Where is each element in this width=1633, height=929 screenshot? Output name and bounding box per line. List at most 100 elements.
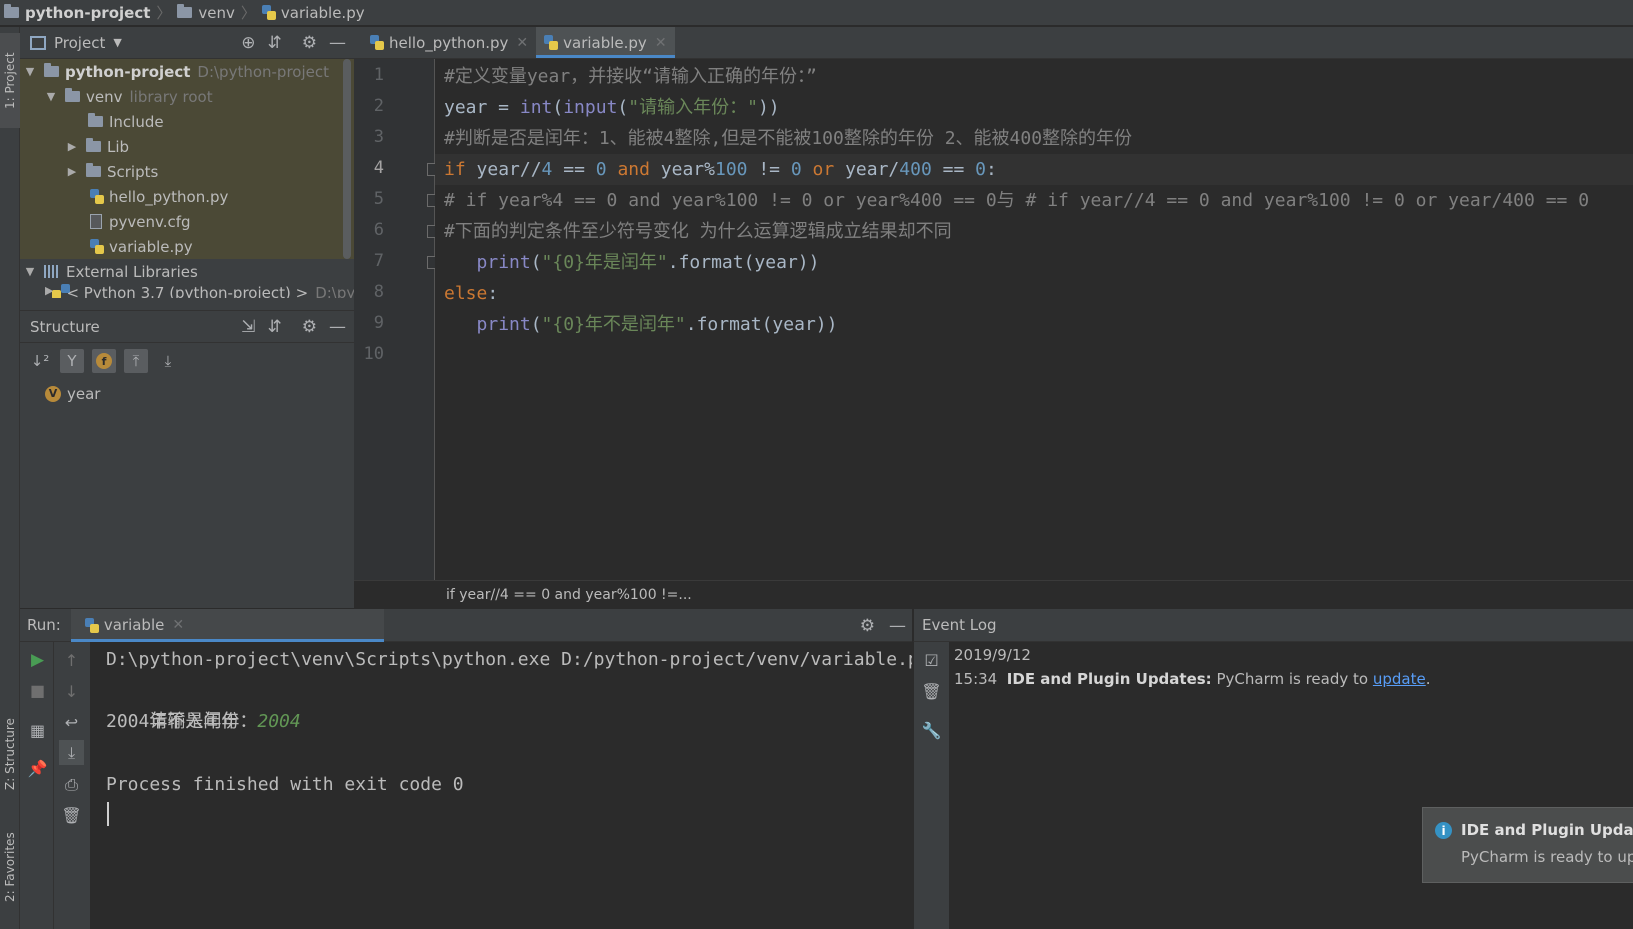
tree-item-variable-py[interactable]: variable.py [20,234,354,259]
trash-icon[interactable]: 🗑 [919,679,944,704]
notification-balloon[interactable]: i IDE and Plugin Updates PyCharm is read… [1422,807,1633,883]
run-tab-variable[interactable]: variable ✕ [70,608,384,642]
tab-variable-py[interactable]: variable.py ✕ [536,27,675,58]
code-token: year = [444,97,520,118]
gear-icon[interactable]: ⚙ [302,317,317,337]
code-line[interactable]: print("{0}年是闰年".format(year)) [435,247,1633,278]
gear-icon[interactable]: ⚙ [860,616,875,636]
mark-all-read-icon[interactable]: ☑ [919,648,944,673]
chevron-down-icon[interactable]: ▼ [24,65,36,78]
collapse-all-icon[interactable]: ⇵ [268,317,282,337]
structure-item-year[interactable]: V year [20,381,354,406]
code-line[interactable]: print("{0}年不是闰年".format(year)) [435,309,1633,340]
project-tree-scrollbar[interactable] [343,59,351,259]
tree-item-python-sdk[interactable]: ▶ < Python 3.7 (python-project) > D:\py [20,284,354,298]
close-icon[interactable]: ✕ [655,35,667,51]
scroll-to-end-icon[interactable]: ⤓ [59,740,84,765]
line-number: 5 [373,189,384,209]
code-token: ( [530,252,542,273]
project-panel-header: Project ▼ ⊕ ⇵ ⚙ — [20,27,354,59]
line-number: 7 [373,251,384,271]
tree-item-scripts[interactable]: ▶ Scripts [20,159,354,184]
tree-item-python-project[interactable]: ▼ python-project D:\python-project [20,59,354,84]
pin-icon[interactable]: 📌 [25,756,50,781]
wrench-icon[interactable]: 🔧 [919,718,944,743]
event-time: 15:34 [954,670,998,688]
collapse-all-icon[interactable]: ⇵ [268,33,282,53]
code-token: 0 [790,159,802,180]
tool-tab-project[interactable]: 1: Project [0,33,20,128]
rerun-icon[interactable]: ▶ [25,647,50,672]
structure-panel-header: Structure ⇲ ⇵ ⚙ — [20,311,354,343]
code-token: and [617,159,650,180]
event-update-link[interactable]: update [1373,670,1426,688]
python-run-icon [84,617,99,633]
hide-panel-icon[interactable]: — [889,616,906,636]
code-token: 100 [714,159,748,180]
chevron-down-icon[interactable]: ▼ [45,90,57,103]
gear-icon[interactable]: ⚙ [302,33,317,53]
close-icon[interactable]: ✕ [172,617,184,633]
code-token: input [563,97,618,118]
stop-icon[interactable]: ■ [25,678,50,703]
locate-icon[interactable]: ⊕ [241,33,255,53]
code-line[interactable]: #定义变量year，并接收“请输入正确的年份：” [435,61,1633,92]
code-line[interactable]: # if year%4 == 0 and year%100 != 0 or ye… [435,185,1633,216]
code-editor[interactable]: #定义变量year，并接收“请输入正确的年份：” year = int(input… [435,59,1633,580]
show-fields-button[interactable]: f [92,349,116,373]
tree-item-lib[interactable]: ▶ Lib [20,134,354,159]
breadcrumb-project[interactable]: python-project [4,4,150,22]
soft-wrap-icon[interactable]: ↩ [59,710,84,735]
editor-breadcrumb-hint[interactable]: if year//4 == 0 and year%100 !=... [354,580,1633,608]
chevron-down-icon[interactable]: ▼ [24,265,36,278]
autoscroll-to-source-icon[interactable]: ⤒ [124,349,148,373]
sort-alphabetically-icon[interactable]: ↓² [28,349,52,373]
tab-hello-python[interactable]: hello_python.py ✕ [362,27,536,58]
run-toolbar-secondary: ↑ ↓ ↩ ⤓ ⎙ 🗑 [54,642,90,929]
tree-item-external-libraries[interactable]: ▼ External Libraries [20,259,354,284]
code-line[interactable]: #判断是否是闰年：1、能被4整除,但是不能被100整除的年份 2、能被400整除… [435,123,1633,154]
structure-panel: Structure ⇲ ⇵ ⚙ — ↓² Y f ⤒ ⤓ V year [20,310,354,608]
project-view-icon [30,35,46,50]
run-toolbar-primary: ▶ ■ ▦ 📌 [20,642,54,929]
show-inherited-icon[interactable]: Y [60,349,84,373]
editor-tabs: hello_python.py ✕ variable.py ✕ [354,27,1633,59]
code-line[interactable]: else: [435,278,1633,309]
tree-item-include[interactable]: Include [20,109,354,134]
breadcrumb-file[interactable]: variable.py [261,4,365,22]
code-line[interactable]: year = int(input("请输入年份：")) [435,92,1633,123]
code-token: == [931,159,976,180]
line-number: 1 [373,65,384,85]
chevron-right-icon[interactable]: ▶ [66,140,78,153]
tree-item-venv[interactable]: ▼ venv library root [20,84,354,109]
code-line[interactable]: if year//4 == 0 and year%100 != 0 or yea… [435,154,1633,185]
hide-panel-icon[interactable]: — [329,317,346,337]
event-text: PyCharm is ready to [1216,670,1369,688]
code-token: int [519,97,553,118]
chevron-right-icon[interactable]: ▶ [66,165,78,178]
folder-icon [4,4,19,18]
event-log-toolbar: ☑ 🗑 🔧 [913,642,949,929]
print-icon[interactable]: ⎙ [59,772,84,797]
arrow-down-icon[interactable]: ↓ [59,679,84,704]
close-icon[interactable]: ✕ [516,35,528,51]
tree-item-pyvenv-cfg[interactable]: pyvenv.cfg [20,209,354,234]
hide-panel-icon[interactable]: — [329,33,346,53]
arrow-up-icon[interactable]: ↑ [59,648,84,673]
code-line[interactable] [435,340,1633,371]
breadcrumb-folder[interactable]: venv [177,4,235,22]
tool-tab-favorites[interactable]: 2: Favorites [0,817,20,917]
event-entry: 15:34 IDE and Plugin Updates: PyCharm is… [954,670,1431,688]
tree-item-hello-python[interactable]: hello_python.py [20,184,354,209]
layout-icon[interactable]: ▦ [25,718,50,743]
tool-tab-structure[interactable]: Z: Structure [0,699,20,809]
code-line[interactable]: #下面的判定条件至少符号变化 为什么运算逻辑成立结果却不同 [435,216,1633,247]
expand-all-icon[interactable]: ⇲ [241,317,255,337]
trash-icon[interactable]: 🗑 [59,803,84,828]
code-token: : [985,159,997,180]
breadcrumb-separator: 〉 [240,4,256,22]
project-view-selector[interactable]: Project [54,34,105,52]
autoscroll-from-source-icon[interactable]: ⤓ [156,349,180,373]
run-console[interactable]: D:\python-project\venv\Scripts\python.ex… [90,642,912,929]
chevron-down-icon[interactable]: ▼ [113,36,121,49]
